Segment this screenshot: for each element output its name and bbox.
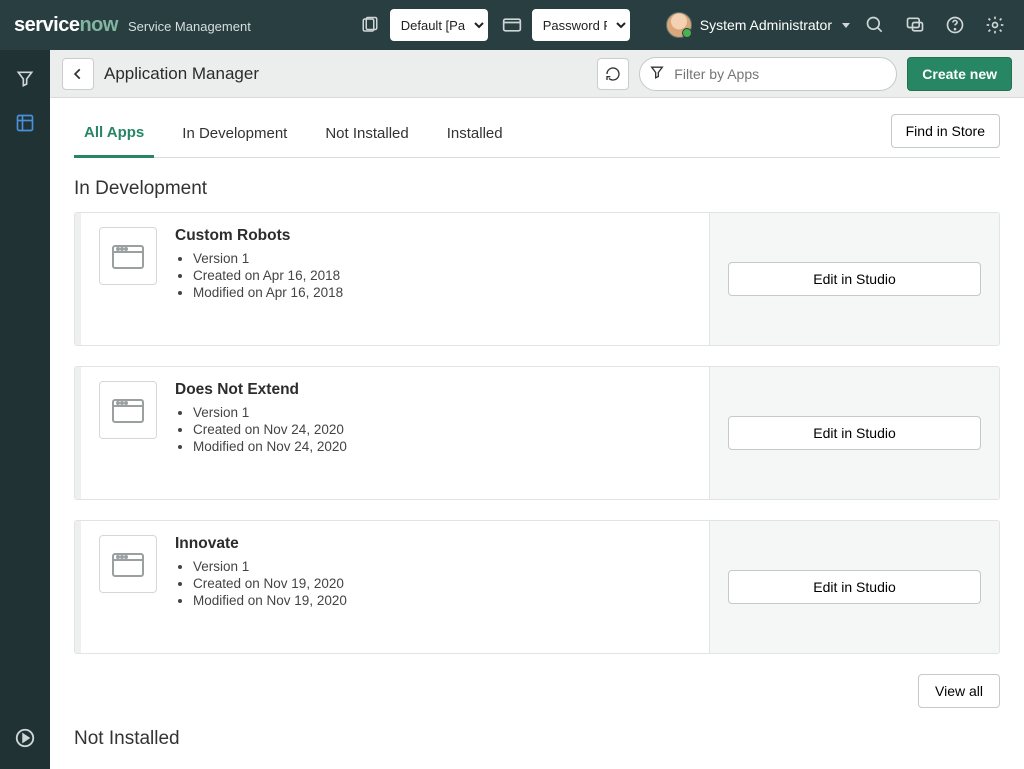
filter-apps-input[interactable] — [639, 57, 897, 91]
application-picker-select[interactable]: Default [Pas — [390, 9, 488, 41]
user-name: System Administrator — [700, 17, 832, 33]
filter-icon — [649, 64, 665, 83]
app-created: Created on Apr 16, 2018 — [193, 268, 343, 283]
create-new-button[interactable]: Create new — [907, 57, 1012, 91]
find-in-store-button[interactable]: Find in Store — [891, 114, 1000, 148]
application-picker: Default [Pas — [356, 9, 488, 41]
updateset-picker-select[interactable]: Password Re — [532, 9, 630, 41]
logo-text: servicenow — [14, 14, 118, 37]
chevron-down-icon — [842, 23, 850, 28]
content-area: Application Manager Create new All Apps … — [50, 50, 1024, 769]
app-created: Created on Nov 24, 2020 — [193, 422, 347, 437]
brand-subtitle: Service Management — [128, 19, 251, 34]
edge-form-icon[interactable] — [6, 104, 44, 142]
app-modified: Modified on Apr 16, 2018 — [193, 285, 343, 300]
app-icon — [99, 381, 157, 439]
app-version: Version 1 — [193, 251, 343, 266]
module-header: Application Manager Create new — [50, 50, 1024, 98]
app-name[interactable]: Does Not Extend — [175, 381, 347, 399]
app-version: Version 1 — [193, 559, 347, 574]
page-title: Application Manager — [104, 64, 259, 84]
app-picker-icon — [356, 11, 384, 39]
chat-icon[interactable] — [900, 10, 930, 40]
app-icon — [99, 535, 157, 593]
edit-in-studio-button[interactable]: Edit in Studio — [728, 570, 981, 604]
tabs-row: All Apps In Development Not Installed In… — [74, 112, 1000, 158]
tab-installed[interactable]: Installed — [437, 113, 513, 156]
app-modified: Modified on Nov 19, 2020 — [193, 593, 347, 608]
help-icon[interactable] — [940, 10, 970, 40]
gear-icon[interactable] — [980, 10, 1010, 40]
search-icon[interactable] — [860, 10, 890, 40]
edge-play-icon[interactable] — [6, 719, 44, 757]
brand-logo[interactable]: servicenow Service Management — [14, 14, 251, 37]
edit-in-studio-button[interactable]: Edit in Studio — [728, 262, 981, 296]
app-modified: Modified on Nov 24, 2020 — [193, 439, 347, 454]
refresh-button[interactable] — [597, 58, 629, 90]
tab-not-installed[interactable]: Not Installed — [315, 113, 418, 156]
tab-in-development[interactable]: In Development — [172, 113, 297, 156]
filter-apps-wrap — [639, 57, 897, 91]
app-version: Version 1 — [193, 405, 347, 420]
section-in-development: In Development — [74, 178, 1000, 200]
edit-in-studio-button[interactable]: Edit in Studio — [728, 416, 981, 450]
avatar — [666, 12, 692, 38]
back-button[interactable] — [62, 58, 94, 90]
app-name[interactable]: Innovate — [175, 535, 347, 553]
section-not-installed: Not Installed — [74, 728, 1000, 750]
updateset-picker-icon — [498, 11, 526, 39]
tab-all-apps[interactable]: All Apps — [74, 112, 154, 158]
app-icon — [99, 227, 157, 285]
view-all-button[interactable]: View all — [918, 674, 1000, 708]
app-card: Custom Robots Version 1 Created on Apr 1… — [74, 212, 1000, 346]
user-menu[interactable]: System Administrator — [666, 12, 850, 38]
edge-sidebar — [0, 50, 50, 769]
app-card: Innovate Version 1 Created on Nov 19, 20… — [74, 520, 1000, 654]
updateset-picker: Password Re — [498, 9, 630, 41]
edge-filter-icon[interactable] — [6, 60, 44, 98]
app-card: Does Not Extend Version 1 Created on Nov… — [74, 366, 1000, 500]
app-created: Created on Nov 19, 2020 — [193, 576, 347, 591]
top-navbar: servicenow Service Management Default [P… — [0, 0, 1024, 50]
app-name[interactable]: Custom Robots — [175, 227, 343, 245]
